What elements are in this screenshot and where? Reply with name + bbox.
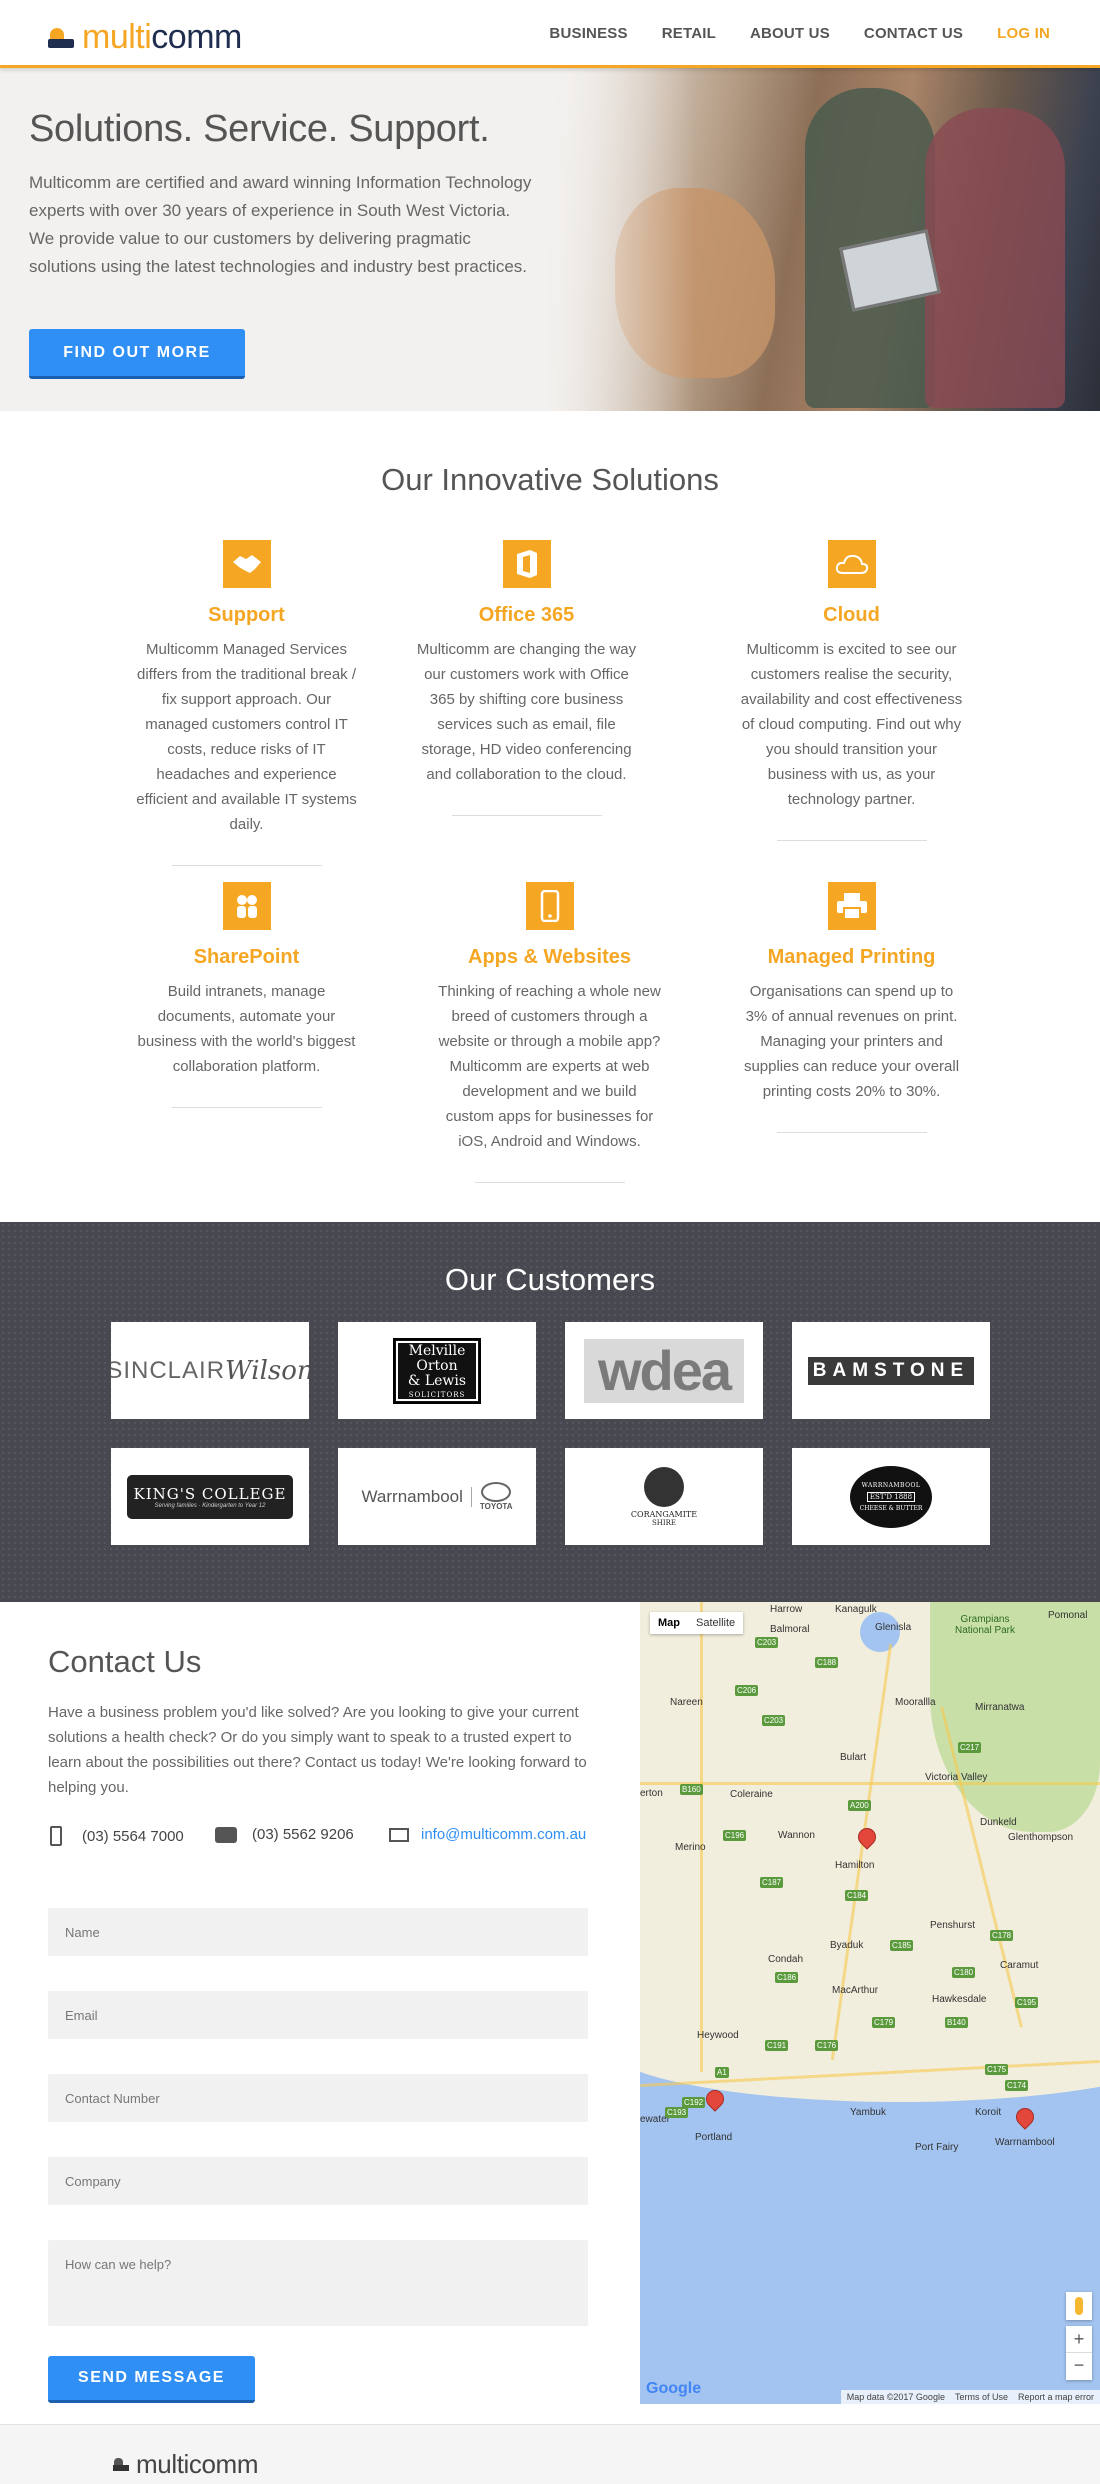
satellite-view-button[interactable]: Satellite — [688, 1612, 743, 1634]
company-field[interactable]: Company — [48, 2157, 588, 2205]
street-view-pegman-icon[interactable] — [1066, 2292, 1092, 2320]
hero-text: Multicomm are certified and award winnin… — [29, 173, 532, 276]
solution-apps-websites: Apps & Websites Thinking of reaching a w… — [437, 882, 662, 1183]
logo-mark-icon — [48, 26, 74, 48]
solution-text: Multicomm are changing the way our custo… — [416, 641, 637, 783]
logo-text: multicomm — [82, 18, 242, 56]
customer-logo-warrnambool-cheese-butter[interactable]: WARRNAMBOOL EST'D 1888 CHEESE & BUTTER — [792, 1448, 990, 1545]
shire-emblem-icon — [644, 1466, 684, 1507]
find-out-more-button[interactable]: FIND OUT MORE — [29, 329, 245, 379]
map-type-toggle: Map Satellite — [650, 1612, 744, 1634]
divider — [776, 840, 927, 841]
divider — [776, 1132, 927, 1133]
divider — [451, 815, 602, 816]
nav-log-in[interactable]: LOG IN — [997, 25, 1050, 42]
site-header: multicomm BUSINESS RETAIL ABOUT US CONTA… — [0, 0, 1100, 68]
location-map[interactable]: Map Satellite Harrow Kanagulk Balmoral G… — [640, 1602, 1100, 2404]
contact-title: Contact Us — [48, 1644, 202, 1679]
map-view-button[interactable]: Map — [650, 1612, 688, 1634]
map-pin-hamilton-icon[interactable] — [854, 1824, 880, 1850]
envelope-icon — [389, 1827, 409, 1842]
contact-number-field[interactable]: Contact Number — [48, 2074, 588, 2122]
customers-title: Our Customers — [444, 1262, 656, 1297]
main-nav: BUSINESS RETAIL ABOUT US CONTACT US LOG … — [549, 25, 1050, 42]
fax-icon — [215, 1826, 237, 1843]
sharepoint-icon — [222, 882, 271, 930]
handshake-icon — [222, 540, 271, 588]
solution-support: Support Multicomm Managed Services diffe… — [134, 540, 359, 866]
mobile-phone-icon — [50, 1826, 62, 1846]
zoom-out-button[interactable]: − — [1066, 2353, 1092, 2380]
fax-info: (03) 5562 9206 — [215, 1826, 354, 1843]
customer-logo-melville-orton-lewis[interactable]: Melville Orton & Lewis SOLICITORS — [338, 1322, 536, 1419]
solution-text: Organisations can spend up to 3% of annu… — [743, 983, 960, 1100]
solution-office-365: Office 365 Multicomm are changing the wa… — [414, 540, 639, 816]
customer-logo-corangamite-shire[interactable]: CORANGAMITE SHIRE — [565, 1448, 763, 1545]
solution-text: Build intranets, manage documents, autom… — [137, 983, 356, 1075]
nav-retail[interactable]: RETAIL — [662, 25, 716, 42]
name-field[interactable]: Name — [48, 1908, 588, 1956]
send-message-button[interactable]: SEND MESSAGE — [48, 2356, 255, 2403]
solutions-title: Our Innovative Solutions — [381, 462, 719, 497]
contact-intro: Have a business problem you'd like solve… — [48, 1704, 587, 1796]
solution-title[interactable]: Support — [134, 604, 359, 627]
solution-title[interactable]: SharePoint — [134, 946, 359, 969]
hero-title: Solutions. Service. Support. — [29, 108, 490, 150]
logo[interactable]: multicomm — [48, 20, 242, 54]
solution-text: Multicomm Managed Services differs from … — [136, 641, 357, 833]
site-footer: multicomm — [0, 2424, 1100, 2484]
nav-about-us[interactable]: ABOUT US — [750, 25, 830, 42]
solution-cloud: Cloud Multicomm is excited to see our cu… — [739, 540, 964, 841]
cloud-icon — [827, 540, 876, 588]
logo-mark-icon — [113, 2458, 129, 2471]
divider — [171, 1107, 322, 1108]
solution-sharepoint: SharePoint Build intranets, manage docum… — [134, 882, 359, 1108]
map-zoom-control: + − — [1066, 2326, 1092, 2380]
printer-icon — [827, 882, 876, 930]
zoom-in-button[interactable]: + — [1066, 2326, 1092, 2353]
mobile-icon — [525, 882, 574, 930]
customer-logo-wdea[interactable]: wdea — [565, 1322, 763, 1419]
email-field[interactable]: Email — [48, 1991, 588, 2039]
contact-section: Contact Us Have a business problem you'd… — [0, 1602, 640, 2424]
solution-title[interactable]: Cloud — [739, 604, 964, 627]
map-attribution: Map data ©2017 Google Terms of Use Repor… — [840, 2390, 1100, 2404]
solution-title[interactable]: Office 365 — [414, 604, 639, 627]
message-field[interactable]: How can we help? — [48, 2240, 588, 2326]
solution-text: Thinking of reaching a whole new breed o… — [438, 983, 661, 1150]
customer-logo-kings-college[interactable]: KING'S COLLEGE Serving families · Kinder… — [111, 1448, 309, 1545]
nav-contact-us[interactable]: CONTACT US — [864, 25, 963, 42]
divider — [171, 865, 322, 866]
customers-section: Our Customers SINCLAIR Wilson Melville O… — [0, 1222, 1100, 1602]
toyota-emblem-icon — [481, 1482, 512, 1502]
divider — [474, 1182, 625, 1183]
office-icon — [502, 540, 551, 588]
phone-info: (03) 5564 7000 — [50, 1826, 184, 1846]
footer-logo[interactable]: multicomm — [113, 2449, 258, 2480]
hero-photo — [545, 68, 1100, 411]
solution-managed-printing: Managed Printing Organisations can spend… — [739, 882, 964, 1133]
solution-text: Multicomm is excited to see our customer… — [740, 641, 963, 808]
solution-title[interactable]: Managed Printing — [739, 946, 964, 969]
customer-logo-warrnambool-toyota[interactable]: Warrnambool TOYOTA — [338, 1448, 536, 1545]
nav-business[interactable]: BUSINESS — [549, 25, 627, 42]
customer-logo-bamstone[interactable]: BAMSTONE — [792, 1322, 990, 1419]
email-info: info@multicomm.com.au — [389, 1826, 586, 1843]
hero-section: Solutions. Service. Support. Multicomm a… — [0, 68, 1100, 411]
customer-logo-sinclair-wilson[interactable]: SINCLAIR Wilson — [111, 1322, 309, 1419]
solution-title[interactable]: Apps & Websites — [437, 946, 662, 969]
google-logo: Google — [646, 2380, 702, 2397]
